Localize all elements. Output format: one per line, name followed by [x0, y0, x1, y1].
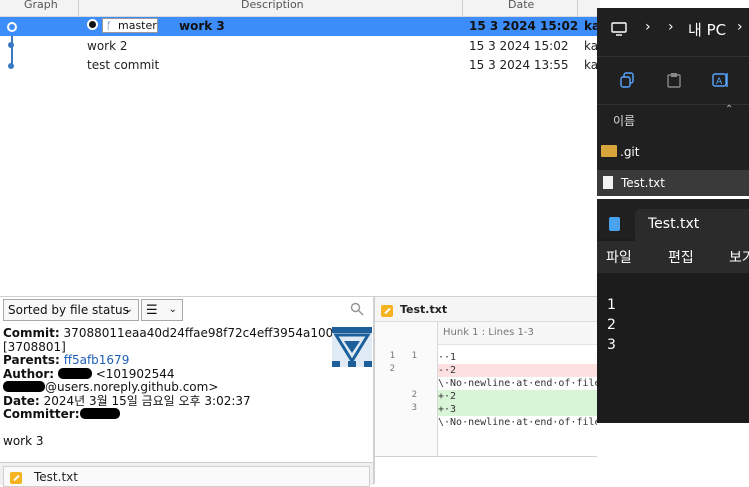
chevron-right-icon: ›: [668, 19, 674, 35]
diff-file-name: Test.txt: [400, 303, 448, 316]
explorer-item-test-txt[interactable]: Test.txt: [597, 170, 749, 196]
rename-icon[interactable]: A: [712, 72, 730, 91]
view-mode-dropdown[interactable]: ☰ ⌄: [141, 299, 183, 321]
commit-hash: 37088011eaa40d24ffae98f72c4eff3954a100f6: [63, 326, 346, 340]
parent-commit-link[interactable]: ff5afb1679: [64, 353, 130, 367]
commit-description: work 2: [87, 39, 128, 53]
name-column-header[interactable]: 이름: [613, 112, 635, 129]
hunk-header: Hunk 1 : Lines 1-3: [443, 327, 534, 338]
description-column-header[interactable]: Description: [241, 0, 304, 12]
graph-node-icon: [8, 63, 14, 69]
commit-date: 15 3 2024 15:02: [469, 39, 569, 53]
menu-bar: 파일 편집 보기: [597, 241, 749, 273]
changed-files-list: Test.txt: [0, 462, 373, 487]
commit-author: ka: [584, 58, 597, 72]
commit-author: ka: [584, 39, 597, 53]
editor-content: 1 2 3: [607, 297, 616, 353]
copy-icon[interactable]: [619, 72, 635, 91]
svg-text:A: A: [716, 77, 723, 87]
computer-icon[interactable]: [611, 22, 627, 39]
commit-list-header: Graph Description Date: [0, 0, 600, 17]
diff-file-header: Test.txt: [375, 297, 597, 322]
commit-short-hash: [3708801]: [3, 339, 66, 354]
avatar: [332, 327, 372, 367]
old-line-number: 2: [389, 364, 395, 374]
list-icon: ☰: [146, 303, 158, 318]
menu-edit[interactable]: 편집: [668, 247, 694, 267]
diff-line: ··1: [438, 352, 457, 363]
branch-tag-master[interactable]: ᚴ master: [102, 18, 158, 33]
notepad-icon: [609, 217, 620, 231]
chevron-down-icon: ⌄: [168, 304, 177, 315]
head-icon: [87, 19, 98, 30]
redacted-email-prefix: [3, 381, 45, 392]
author-email: @users.noreply.github.com>: [45, 380, 219, 394]
new-line-number: 3: [411, 403, 417, 413]
graph-node-icon: [7, 22, 17, 32]
redacted-author-name: [57, 367, 92, 379]
modified-file-icon: [10, 472, 22, 484]
tab-test-txt[interactable]: Test.txt: [635, 209, 749, 241]
menu-view[interactable]: 보기: [729, 247, 749, 267]
breadcrumb-this-pc[interactable]: 내 PC: [688, 19, 726, 40]
diff-line: \·No·newline·at·end·of·file: [438, 378, 597, 389]
modified-file-icon: [381, 305, 393, 317]
chevron-up-icon[interactable]: ⌃: [725, 104, 733, 115]
commit-message: work 3: [3, 433, 44, 448]
diff-line: -·2: [438, 364, 597, 377]
commit-author: ka: [584, 19, 597, 33]
search-icon[interactable]: [350, 302, 364, 316]
date-column-header[interactable]: Date: [508, 0, 534, 12]
author-id: <101902544: [95, 366, 175, 381]
sort-dropdown[interactable]: Sorted by file status ⌄: [3, 299, 139, 321]
notepad-window: Test.txt 파일 편집 보기 1 2 3: [597, 199, 749, 423]
commit-description: test commit: [87, 58, 160, 72]
diff-view[interactable]: Hunk 1 : Lines 1-3 1 1 ··1 2 -·2 \·No·newline…: [375, 322, 597, 456]
chevron-right-icon: ›: [737, 19, 743, 35]
commit-details: Commit: 37088011eaa40d24ffae98f72c4eff39…: [3, 326, 373, 448]
chevron-right-icon: ›: [645, 19, 651, 35]
diff-line: +·2: [438, 390, 597, 403]
new-line-number: 1: [411, 351, 417, 361]
diff-line: \·No·newline·at·end·of·file: [438, 417, 597, 428]
redacted-committer: [79, 408, 120, 419]
file-explorer-window: › › 내 PC › A ⌃ 이름 .git Test.txt: [597, 8, 749, 196]
commit-date: 15 3 2024 13:55: [469, 58, 569, 72]
graph-column-header[interactable]: Graph: [24, 0, 58, 12]
graph-node-icon: [8, 42, 14, 48]
branch-icon: ᚴ: [106, 21, 112, 32]
commit-description: work 3: [179, 19, 225, 33]
text-file-icon: [603, 176, 613, 189]
chevron-down-icon: ⌄: [124, 304, 133, 315]
commit-date: 15 3 2024 15:02: [469, 19, 579, 33]
folder-icon: [601, 145, 617, 157]
menu-file[interactable]: 파일: [606, 247, 632, 267]
diff-line: +·3: [438, 403, 597, 416]
explorer-item-git[interactable]: .git: [597, 140, 749, 166]
text-editor[interactable]: 1 2 3: [597, 275, 749, 423]
commit-date-value: 2024년 3월 15일 금요일 오후 3:02:37: [43, 393, 251, 408]
new-line-number: 2: [411, 390, 417, 400]
paste-icon[interactable]: [666, 72, 682, 91]
old-line-number: 1: [389, 351, 395, 361]
